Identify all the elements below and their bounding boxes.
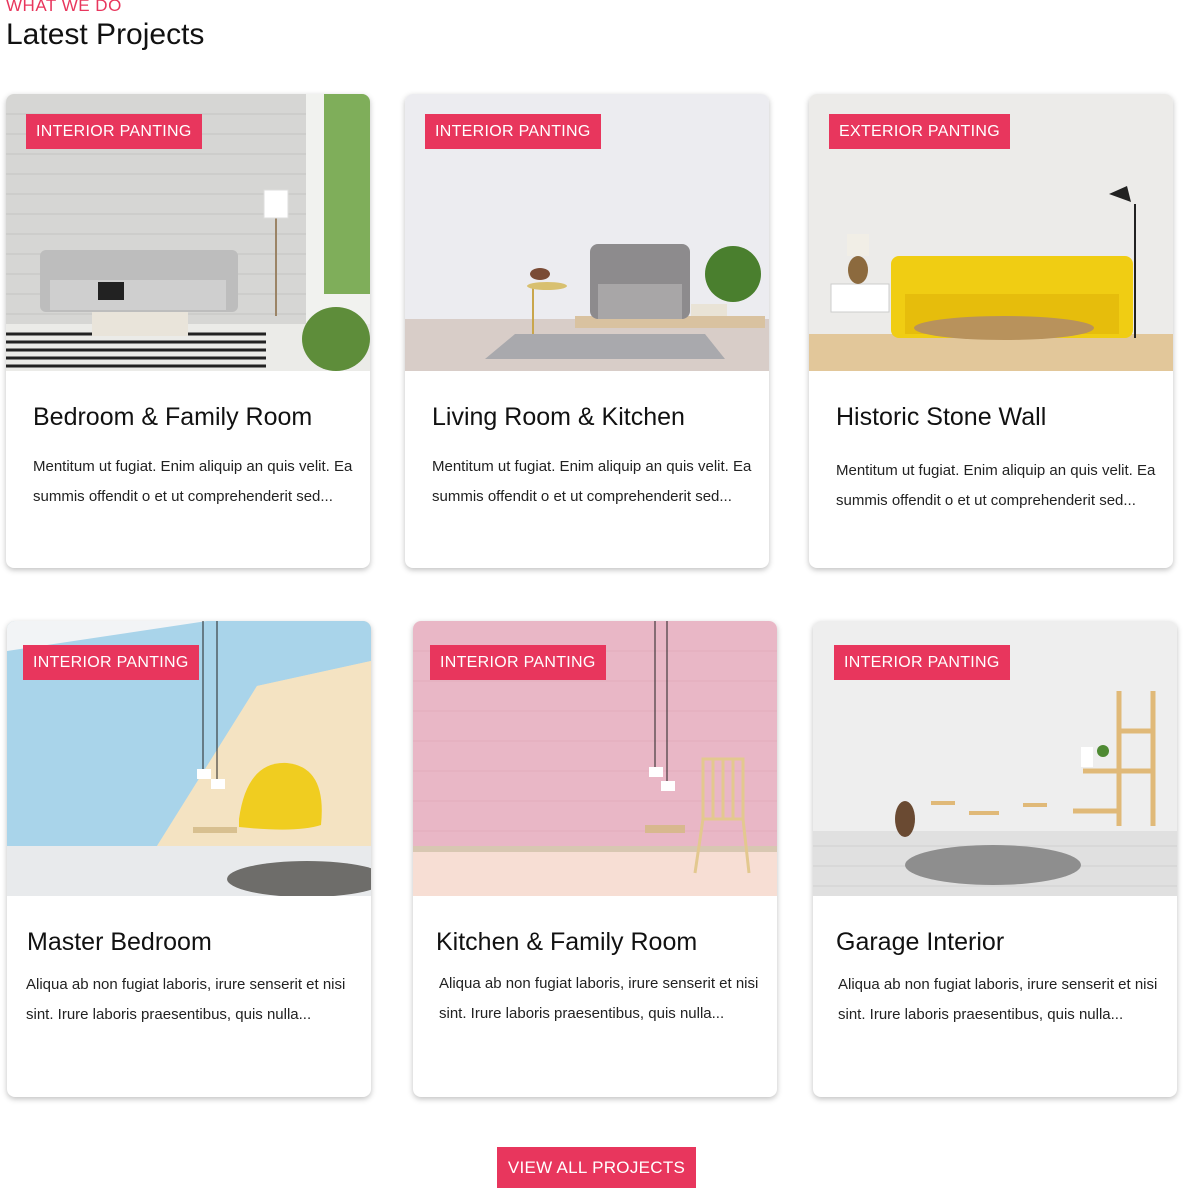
project-photo[interactable]: INTERIOR PANTING — [405, 94, 769, 371]
section-eyebrow: WHAT WE DO — [6, 0, 122, 15]
project-card[interactable]: INTERIOR PANTING Bedroom & Family Room M… — [6, 94, 370, 568]
project-title[interactable]: Garage Interior — [836, 926, 1004, 958]
project-photo[interactable]: INTERIOR PANTING — [6, 94, 370, 371]
category-badge: EXTERIOR PANTING — [829, 114, 1010, 149]
project-title[interactable]: Historic Stone Wall — [836, 401, 1046, 433]
project-title[interactable]: Living Room & Kitchen — [432, 401, 685, 433]
project-card[interactable]: EXTERIOR PANTING Historic Stone Wall Men… — [809, 94, 1173, 568]
category-badge: INTERIOR PANTING — [834, 645, 1010, 680]
project-photo[interactable]: EXTERIOR PANTING — [809, 94, 1173, 371]
project-description: Mentitum ut fugiat. Enim aliquip an quis… — [432, 458, 752, 505]
project-description: Mentitum ut fugiat. Enim aliquip an quis… — [836, 462, 1156, 509]
project-card[interactable]: INTERIOR PANTING Living Room & Kitchen M… — [405, 94, 769, 568]
category-badge: INTERIOR PANTING — [425, 114, 601, 149]
project-card[interactable]: INTERIOR PANTING Garage Interior Aliqua … — [813, 621, 1177, 1097]
project-description: Aliqua ab non fugiat laboris, irure sens… — [838, 976, 1158, 1023]
project-card[interactable]: INTERIOR PANTING Kitchen & Family Room A… — [413, 621, 777, 1097]
category-badge: INTERIOR PANTING — [23, 645, 199, 680]
category-badge: INTERIOR PANTING — [26, 114, 202, 149]
project-title[interactable]: Bedroom & Family Room — [33, 401, 312, 433]
project-description: Aliqua ab non fugiat laboris, irure sens… — [439, 975, 759, 1022]
project-card[interactable]: INTERIOR PANTING Master Bedroom Aliqua a… — [7, 621, 371, 1097]
category-badge: INTERIOR PANTING — [430, 645, 606, 680]
project-description: Aliqua ab non fugiat laboris, irure sens… — [26, 976, 346, 1023]
section-title: Latest Projects — [6, 18, 205, 51]
project-description: Mentitum ut fugiat. Enim aliquip an quis… — [33, 458, 353, 505]
project-photo[interactable]: INTERIOR PANTING — [7, 621, 371, 896]
project-title[interactable]: Master Bedroom — [27, 926, 212, 958]
view-all-projects-button[interactable]: VIEW ALL PROJECTS — [497, 1147, 696, 1188]
project-photo[interactable]: INTERIOR PANTING — [413, 621, 777, 896]
project-photo[interactable]: INTERIOR PANTING — [813, 621, 1177, 896]
project-title[interactable]: Kitchen & Family Room — [436, 926, 697, 958]
